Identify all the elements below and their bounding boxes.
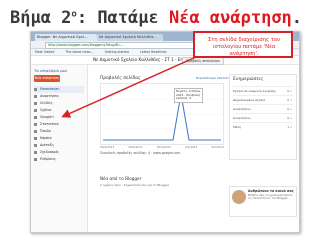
sidebar-item-pages[interactable]: Σελίδες xyxy=(34,100,84,107)
template-icon xyxy=(34,150,37,154)
slide-title-highlight: Νέα ανάρτηση xyxy=(168,8,292,28)
updates-row-label: Μέλη xyxy=(233,125,241,129)
sidebar-item-label: Google+ xyxy=(40,115,55,119)
google-plus-icon xyxy=(34,115,37,119)
updates-row-label: Αναρτήσεις xyxy=(233,116,251,120)
sidebar-item-earnings[interactable]: Έσοδα xyxy=(34,128,84,135)
updates-title: Ενημερώσεις xyxy=(233,77,264,82)
updates-panel: Ενημερώσεις Σχόλια σε αναμονή έγκρισης 0 … xyxy=(229,74,297,160)
updates-row[interactable]: Σχόλια σε αναμονή έγκρισης 0 » xyxy=(233,86,293,95)
view-blog-button[interactable]: Προβολή ιστολογίου xyxy=(182,57,224,65)
updates-row-count: 0 » xyxy=(287,116,292,120)
updates-row-count: 0 » xyxy=(287,98,292,102)
bookmark-item[interactable]: Latest Headlines xyxy=(140,50,167,54)
settings-icon xyxy=(34,157,37,161)
sidebar-item-label: Ρυθμίσεις xyxy=(40,157,57,161)
pages-icon xyxy=(34,101,37,105)
campaigns-icon xyxy=(34,136,37,140)
sidebar-item-label: Σχόλια xyxy=(40,108,52,112)
slide-title-prefix: Βήμα 2 xyxy=(10,8,72,28)
new-post-button[interactable]: Νέα ανάρτηση xyxy=(34,75,60,82)
sidebar-item-overview[interactable]: Επισκόπηση xyxy=(34,86,84,93)
browser-tab-1[interactable]: Blogger: Νε Δημοτικό Σχολ... xyxy=(35,34,97,41)
blogger-sidebar: Τα ιστολόγιά μου Νέα ανάρτηση Επισκόπηση… xyxy=(31,65,88,232)
bookmark-item[interactable]: Getting started xyxy=(105,50,129,54)
updates-row[interactable]: Μέλη 1 » xyxy=(233,122,293,131)
sidebar-item-posts[interactable]: Αναρτήσεις xyxy=(34,93,84,100)
stats-icon xyxy=(34,122,37,126)
slide-title-end: . xyxy=(291,8,303,28)
callout-text: Στη σελίδα διαχείρισης του ιστολογίου πα… xyxy=(207,37,281,57)
chart-x-axis: 26/4/2013 28/4/2013 30/4/2013 2/5/2013 4… xyxy=(100,145,224,149)
help-avatar xyxy=(232,190,246,204)
sidebar-item-settings[interactable]: Ρυθμίσεις xyxy=(34,156,84,163)
posts-icon xyxy=(34,94,37,98)
stats-summary: Συνολικές προβολές σελίδας: 4 · www.goog… xyxy=(100,151,181,155)
sidebar-item-label: Σελίδες xyxy=(40,101,53,105)
updates-row[interactable]: Αναρτήσεις 0 » xyxy=(233,104,293,113)
slide-title: Βήμα 2ο: Πατάμε Νέα ανάρτηση. xyxy=(10,8,302,28)
updates-row-count: 0 » xyxy=(287,107,292,111)
sidebar-item-label: Έσοδα xyxy=(40,129,51,133)
overview-icon xyxy=(34,87,37,91)
instruction-callout: Στη σελίδα διαχείρισης του ιστολογίου πα… xyxy=(193,31,293,58)
help-box: Ανθρώπινο το κοινό σας Μάθετε πώς να χρη… xyxy=(229,186,297,217)
pageviews-chart-svg xyxy=(101,92,223,141)
blogger-main: Προβολές σελίδας Περισσότερα στατιστικά … xyxy=(88,65,299,232)
earnings-icon xyxy=(34,129,37,133)
slide-title-mid: : Πατάμε xyxy=(76,8,169,28)
pageviews-chart xyxy=(100,83,224,145)
comments-icon xyxy=(34,108,37,112)
x-tick-label: 2/5/2013 xyxy=(184,145,198,149)
chart-tooltip: Πέμπτη, 2 Μαΐου 2013 · Προβολές σελίδας:… xyxy=(174,88,203,103)
x-tick-label: 26/4/2013 xyxy=(100,145,115,149)
updates-row[interactable]: Αναρτήσεις 0 » xyxy=(233,113,293,122)
updates-row-label: Αναρτήσεις xyxy=(233,107,251,111)
sidebar-item-label: Κάμπια xyxy=(40,136,52,140)
browser-tab-2[interactable]: Νε Δημοτικό Σχολείο Καλλιθέα... xyxy=(97,34,163,41)
sidebar-item-label: Στατιστικά xyxy=(40,122,59,126)
updates-row[interactable]: Δημοσιευμένα σχόλια 0 » xyxy=(233,95,293,104)
x-tick-label: 30/4/2013 xyxy=(156,145,171,149)
help-text[interactable]: Μάθετε πώς να χρησιμοποιήσετε τις δυνατό… xyxy=(248,193,294,201)
x-tick-label: 28/4/2013 xyxy=(128,145,143,149)
sidebar-item-template[interactable]: Σχεδιασμός xyxy=(34,149,84,156)
pageviews-line xyxy=(103,93,221,141)
pageviews-title: Προβολές σελίδας xyxy=(100,76,141,81)
sidebar-item-label: Διάταξη xyxy=(40,143,54,147)
updates-row-label: Δημοσιευμένα σχόλια xyxy=(233,98,266,102)
sidebar-item-label: Επισκόπηση xyxy=(40,87,60,91)
blogger-news-text[interactable]: 2 ημέρες πριν - Σημαντικά νέα για το Blo… xyxy=(100,183,169,187)
sidebar-item-stats[interactable]: Στατιστικά xyxy=(34,121,84,128)
sidebar-item-label: Αναρτήσεις xyxy=(40,94,60,98)
my-blogs-link[interactable]: Τα ιστολόγιά μου xyxy=(34,68,67,73)
sidebar-item-label: Σχεδιασμός xyxy=(40,150,60,154)
x-tick-label: 4/5/2013 xyxy=(211,145,224,149)
sidebar-item-layout[interactable]: Διάταξη xyxy=(34,142,84,149)
sidebar-item-comments[interactable]: Σχόλια xyxy=(34,107,84,114)
updates-row-count: 1 » xyxy=(287,125,292,129)
bookmark-item[interactable]: The latest news... xyxy=(65,50,93,54)
blogger-news-title: Νέα από το Blogger xyxy=(100,176,142,181)
bookmark-item[interactable]: Most Visited xyxy=(35,50,54,54)
browser-screenshot: Blogger: Νε Δημοτικό Σχολ... Νε Δημοτικό… xyxy=(30,31,300,233)
layout-icon xyxy=(34,143,37,147)
updates-row-label: Σχόλια σε αναμονή έγκρισης xyxy=(233,89,277,93)
updates-row-count: 0 » xyxy=(287,89,292,93)
sidebar-item-google-plus[interactable]: Google+ xyxy=(34,114,84,121)
sidebar-item-campaigns[interactable]: Κάμπια xyxy=(34,135,84,142)
